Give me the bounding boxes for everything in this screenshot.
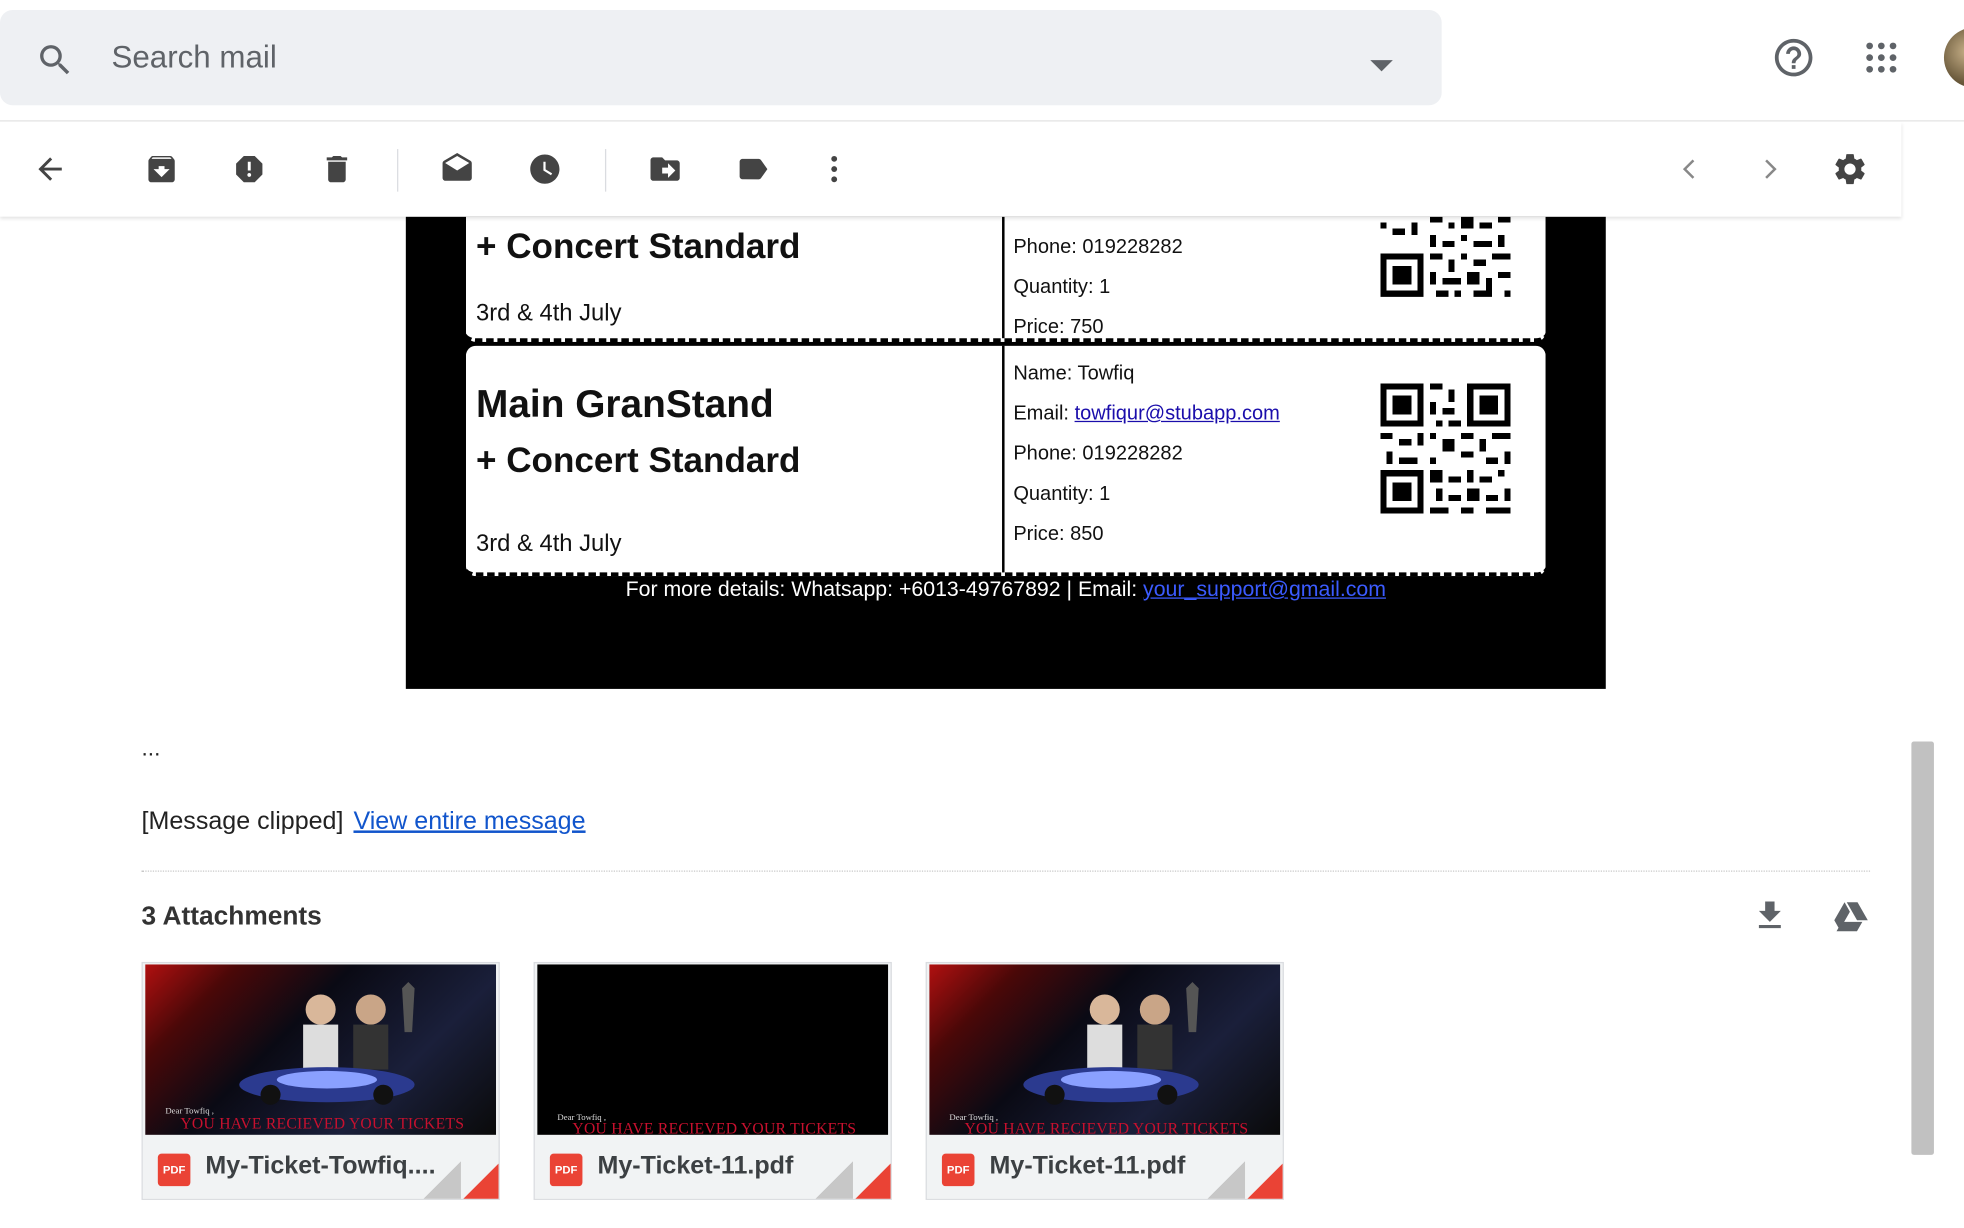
ticket-date: 3rd & 4th July: [475, 300, 622, 327]
gmail-window: + Concert Standard 3rd & 4th July Phone:…: [0, 0, 1964, 1228]
move-to-icon[interactable]: [645, 149, 685, 189]
message-clipped-notice: [Message clipped] View entire message: [142, 808, 586, 837]
ticket-name: Name: Towfiq: [1013, 363, 1135, 385]
page-corner-icon: [460, 1161, 499, 1199]
search-input[interactable]: [111, 35, 1239, 81]
race-car-image: [1023, 1067, 1199, 1105]
archive-icon[interactable]: [142, 149, 182, 189]
ticket-footer-text: For more details: Whatsapp: +6013-497678…: [625, 577, 1144, 602]
ticket-footer: For more details: Whatsapp: +6013-497678…: [406, 577, 1606, 602]
page-fold-icon: [812, 1161, 853, 1199]
chevron-left-icon[interactable]: [1670, 149, 1710, 189]
attachment-footer: PDF My-Ticket-Towfiq....: [142, 1136, 499, 1199]
ticket-quantity: Quantity: 1: [1013, 483, 1111, 505]
drive-icon[interactable]: [1831, 897, 1871, 935]
ticket-phone: Phone: 019228282: [1013, 236, 1183, 259]
page-fold-icon: [1204, 1161, 1246, 1199]
pdf-icon: PDF: [157, 1153, 191, 1187]
snooze-icon[interactable]: [525, 149, 565, 189]
ticket-email-row: Email: towfiqur@stubapp.com: [1013, 403, 1280, 426]
attachment-card[interactable]: Dear Towfiq , YOU HAVE RECIEVED YOUR TIC…: [533, 961, 892, 1200]
delete-icon[interactable]: [317, 149, 357, 189]
ticket-price: Price: 750: [1013, 316, 1104, 339]
ticket-card: + Concert Standard 3rd & 4th July Phone:…: [465, 216, 1546, 342]
caret-down-icon[interactable]: [1370, 60, 1393, 72]
ticket-subtitle: + Concert Standard: [475, 226, 801, 266]
ticket-divider: [1002, 345, 1005, 573]
ticket-phone: Phone: 019228282: [1013, 443, 1183, 465]
label-icon[interactable]: [733, 149, 773, 189]
report-spam-icon[interactable]: [229, 149, 269, 189]
qr-code-icon: [1380, 383, 1511, 514]
search-icon[interactable]: [35, 40, 75, 80]
ticket-email-image: + Concert Standard 3rd & 4th July Phone:…: [405, 216, 1606, 689]
apps-grid-icon[interactable]: [1864, 40, 1899, 75]
attachment-headline: YOU HAVE RECIEVED YOUR TICKETS: [180, 1114, 465, 1133]
attachment-card[interactable]: Dear Towfiq , YOU HAVE RECIEVED YOUR TIC…: [141, 961, 500, 1200]
support-email-link[interactable]: your_support@gmail.com: [1143, 577, 1386, 601]
attachment-thumbnail: Dear Towfiq , YOU HAVE RECIEVED YOUR TIC…: [145, 964, 497, 1135]
attachment-name: My-Ticket-11.pdf: [989, 1152, 1186, 1180]
ticket-card: Main GranStand + Concert Standard 3rd & …: [465, 345, 1546, 577]
help-icon[interactable]: [1771, 35, 1816, 80]
ticket-quantity: Quantity: 1: [1013, 276, 1111, 299]
attachment-footer: PDF My-Ticket-11.pdf: [926, 1136, 1283, 1199]
attachment-thumbnail: Dear Towfiq , YOU HAVE RECIEVED YOUR TIC…: [929, 964, 1281, 1135]
mark-unread-icon[interactable]: [437, 149, 477, 189]
attachments-divider: [141, 870, 1871, 872]
attachment-headline: YOU HAVE RECIEVED YOUR TICKETS: [964, 1119, 1249, 1135]
settings-icon[interactable]: [1830, 149, 1870, 189]
pdf-icon: PDF: [549, 1153, 583, 1187]
attachment-name: My-Ticket-11.pdf: [597, 1152, 794, 1180]
trimmed-content-toggle[interactable]: ...: [142, 735, 161, 761]
search-bar[interactable]: [0, 10, 1442, 106]
attachment-card[interactable]: Dear Towfiq , YOU HAVE RECIEVED YOUR TIC…: [925, 961, 1284, 1200]
page-corner-icon: [1245, 1161, 1283, 1199]
attachment-thumbnail: Dear Towfiq , YOU HAVE RECIEVED YOUR TIC…: [537, 964, 889, 1135]
view-entire-message-link[interactable]: View entire message: [353, 808, 585, 836]
attachment-footer: PDF My-Ticket-11.pdf: [534, 1136, 891, 1199]
back-arrow-icon[interactable]: [30, 149, 70, 189]
message-toolbar: [0, 121, 1902, 217]
ticket-subtitle: + Concert Standard: [475, 440, 801, 480]
toolbar-separator: [397, 149, 399, 192]
ticket-date: 3rd & 4th July: [475, 531, 622, 558]
ticket-email-label: Email:: [1013, 403, 1075, 425]
message-clipped-label: [Message clipped]: [141, 807, 344, 836]
download-icon[interactable]: [1751, 897, 1789, 935]
ticket-price: Price: 850: [1013, 523, 1104, 545]
pdf-icon: PDF: [941, 1153, 975, 1187]
attachment-headline: YOU HAVE RECIEVED YOUR TICKETS: [572, 1119, 857, 1135]
ticket-email-link[interactable]: towfiqur@stubapp.com: [1075, 403, 1280, 424]
toolbar-separator: [604, 149, 607, 192]
ticket-divider: [1002, 216, 1005, 339]
chevron-right-icon[interactable]: [1750, 149, 1790, 189]
avatar[interactable]: [1943, 27, 1964, 88]
page-fold-icon: [420, 1161, 461, 1199]
qr-code-icon: [1380, 216, 1511, 297]
scrollbar-thumb[interactable]: [1911, 741, 1934, 1155]
attachments-title: 3 Attachments: [141, 901, 322, 931]
page-corner-icon: [852, 1161, 891, 1199]
more-options-icon[interactable]: [814, 149, 854, 189]
attachment-name: My-Ticket-Towfiq....: [205, 1152, 436, 1180]
ticket-title: Main GranStand: [475, 382, 774, 426]
race-car-image: [239, 1067, 415, 1105]
